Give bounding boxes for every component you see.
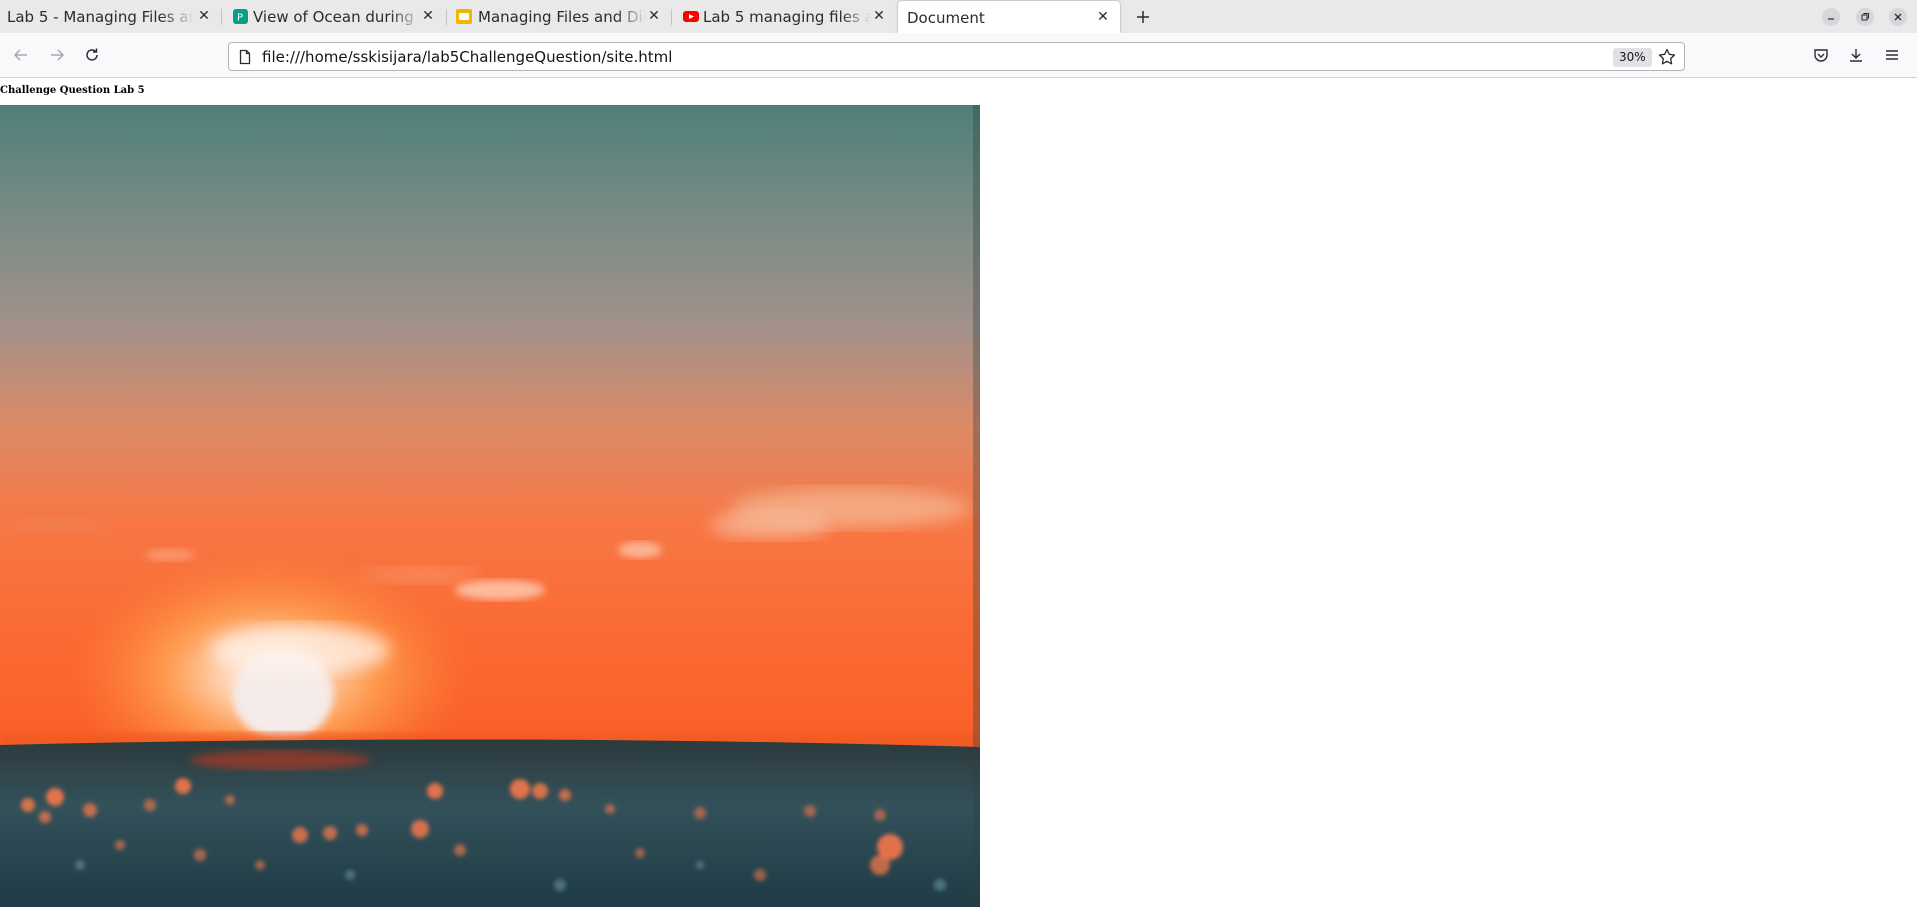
tab-title: Lab 5 - Managing Files and Directories	[7, 8, 194, 26]
tab-separator	[221, 9, 222, 25]
download-icon	[1850, 49, 1862, 62]
forward-button[interactable]	[45, 43, 69, 67]
close-tab-icon[interactable]: ✕	[644, 6, 664, 26]
page-heading: Challenge Question Lab 5	[0, 85, 145, 96]
tab-document-active[interactable]: Document ✕	[898, 1, 1120, 33]
close-tab-icon[interactable]: ✕	[194, 6, 214, 26]
pocket-button[interactable]	[1809, 43, 1833, 67]
hamburger-menu-icon	[1886, 50, 1898, 60]
browser-window: Lab 5 - Managing Files and Directories ✕…	[0, 0, 1917, 907]
tab-managing-files-slides[interactable]: Managing Files and Directories ✕	[450, 0, 665, 33]
minimize-icon	[1828, 18, 1834, 20]
tab-youtube-lab5[interactable]: Lab 5 managing files and directories ✕	[675, 0, 890, 33]
tab-pexels-ocean[interactable]: P View of Ocean during Golden Hour ✕	[225, 0, 440, 33]
tab-lab5-doc[interactable]: Lab 5 - Managing Files and Directories ✕	[0, 0, 215, 33]
page-icon	[237, 49, 253, 65]
url-bar[interactable]: file:///home/sskisijara/lab5ChallengeQue…	[228, 42, 1685, 71]
pocket-icon	[1814, 49, 1828, 62]
bookmark-star-icon[interactable]	[1657, 47, 1677, 67]
tab-title: Lab 5 managing files and directories	[703, 8, 871, 26]
tab-separator	[671, 9, 672, 25]
close-icon	[1894, 13, 1902, 21]
plus-icon	[1137, 11, 1149, 23]
new-tab-button[interactable]	[1131, 5, 1155, 29]
restore-icon	[1861, 13, 1869, 21]
reload-icon	[86, 48, 98, 61]
close-tab-icon[interactable]: ✕	[418, 6, 438, 26]
close-window-button[interactable]	[1889, 8, 1907, 26]
tab-title: Document	[907, 9, 985, 27]
svg-text:P: P	[237, 13, 243, 24]
tab-separator	[446, 9, 447, 25]
sunset-over-ocean-image	[0, 105, 980, 907]
reload-button[interactable]	[80, 43, 104, 67]
slides-icon	[456, 9, 472, 24]
arrow-left-icon	[13, 49, 27, 61]
url-text[interactable]: file:///home/sskisijara/lab5ChallengeQue…	[262, 48, 672, 66]
arrow-right-icon	[51, 49, 65, 61]
zoom-level-badge[interactable]: 30%	[1613, 48, 1652, 67]
tab-title: Managing Files and Directories	[478, 8, 646, 26]
page-content: Challenge Question Lab 5	[0, 79, 1917, 907]
youtube-icon	[683, 9, 699, 24]
tab-strip: Lab 5 - Managing Files and Directories ✕…	[0, 0, 1917, 33]
close-tab-icon[interactable]: ✕	[869, 6, 889, 26]
downloads-button[interactable]	[1844, 43, 1868, 67]
pexels-icon: P	[233, 9, 248, 24]
back-button[interactable]	[9, 43, 33, 67]
restore-button[interactable]	[1856, 8, 1874, 26]
close-tab-icon[interactable]: ✕	[1093, 7, 1113, 27]
app-menu-button[interactable]	[1880, 43, 1904, 67]
navigation-toolbar: file:///home/sskisijara/lab5ChallengeQue…	[0, 33, 1917, 78]
tab-title: View of Ocean during Golden Hour	[253, 8, 421, 26]
minimize-button[interactable]	[1822, 8, 1840, 26]
